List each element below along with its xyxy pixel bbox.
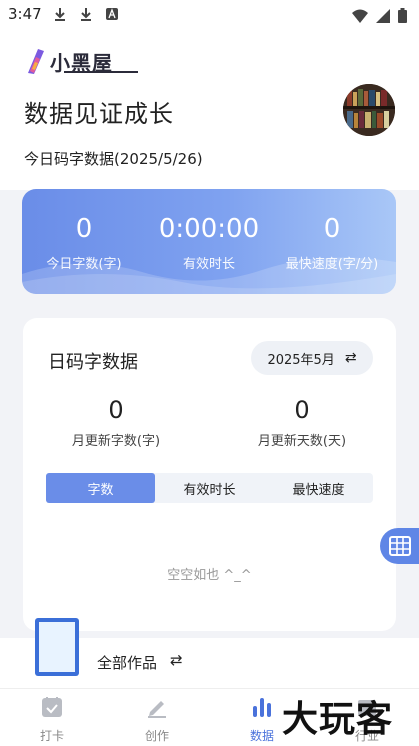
month-selector[interactable]: 2025年5月 ⇄ — [251, 341, 373, 375]
today-words-label: 今日字数(字) — [46, 257, 122, 272]
status-time: 3:47 — [8, 5, 42, 23]
effective-time-value: 0:00:00 — [158, 214, 260, 244]
month-days-stat: 0 月更新天数(天) — [239, 396, 365, 449]
notification-a-icon — [106, 8, 118, 20]
effective-time-label: 有效时长 — [182, 257, 235, 272]
signal-icon — [376, 8, 390, 23]
works-switch-icon[interactable]: ⇄ — [170, 651, 183, 669]
month-words-stat: 0 月更新字数(字) — [53, 396, 179, 449]
brand-underline — [64, 71, 138, 73]
download-icon — [55, 8, 65, 21]
download-icon — [81, 8, 91, 21]
month-words-value: 0 — [108, 396, 124, 424]
fastest-speed-value: 0 — [323, 214, 341, 244]
battery-icon — [398, 8, 407, 23]
status-bar: 3:47 — [0, 0, 419, 30]
avatar[interactable] — [343, 84, 395, 136]
today-data-subtitle: 今日码字数据(2025/5/26) — [24, 150, 203, 168]
brand-logo-icon — [28, 49, 44, 74]
month-days-value: 0 — [294, 396, 310, 424]
avatar-bookshelf-image — [343, 84, 395, 136]
tabbar-label-create: 创作 — [144, 729, 169, 743]
metric-tabs: 字数 有效时长 最快速度 — [46, 473, 373, 503]
watermark-text: 大玩客 — [282, 698, 394, 740]
pen-icon — [148, 701, 166, 718]
tab-fastest-speed[interactable]: 最快速度 — [264, 473, 373, 503]
empty-state-text: 空空如也 ^_^ — [167, 568, 252, 583]
tabbar-label-checkin: 打卡 — [39, 729, 64, 743]
works-bar[interactable]: 全部作品 ⇄ — [0, 618, 419, 688]
work-cover-image[interactable] — [35, 618, 79, 676]
brand-logo: 小黑屋 — [26, 44, 138, 78]
tab-effective-time[interactable]: 有效时长 — [155, 473, 264, 503]
all-works-label: 全部作品 — [97, 654, 158, 672]
month-label: 2025年5月 — [267, 352, 335, 368]
today-words-value: 0 — [75, 214, 93, 244]
wifi-icon — [352, 9, 368, 23]
calendar-float-button[interactable] — [380, 528, 419, 564]
today-words-stat: 0 今日字数(字) — [32, 213, 136, 272]
tabbar-item-checkin[interactable]: 打卡 — [22, 695, 82, 744]
work-cover-art — [39, 622, 75, 672]
grid-table-icon — [388, 536, 411, 556]
tabbar-item-create[interactable]: 创作 — [127, 695, 187, 744]
tab-words[interactable]: 字数 — [46, 473, 155, 503]
bar-chart-icon — [253, 698, 271, 717]
switch-icon: ⇄ — [344, 350, 357, 366]
fastest-speed-label: 最快速度(字/分) — [285, 257, 379, 272]
daily-card-title: 日码字数据 — [48, 352, 138, 373]
effective-time-stat: 0:00:00 有效时长 — [156, 213, 262, 272]
page-title: 数据见证成长 — [24, 100, 174, 128]
today-stats-card: 0 今日字数(字) 0:00:00 有效时长 0 最快速度(字/分) — [22, 189, 396, 294]
daily-data-card: 日码字数据 2025年5月 ⇄ 0 月更新字数(字) 0 月更新天数(天) 字数… — [23, 318, 396, 631]
month-words-label: 月更新字数(字) — [71, 434, 161, 449]
fastest-speed-stat: 0 最快速度(字/分) — [276, 213, 388, 272]
month-days-label: 月更新天数(天) — [257, 434, 347, 449]
checkin-icon — [42, 697, 62, 717]
